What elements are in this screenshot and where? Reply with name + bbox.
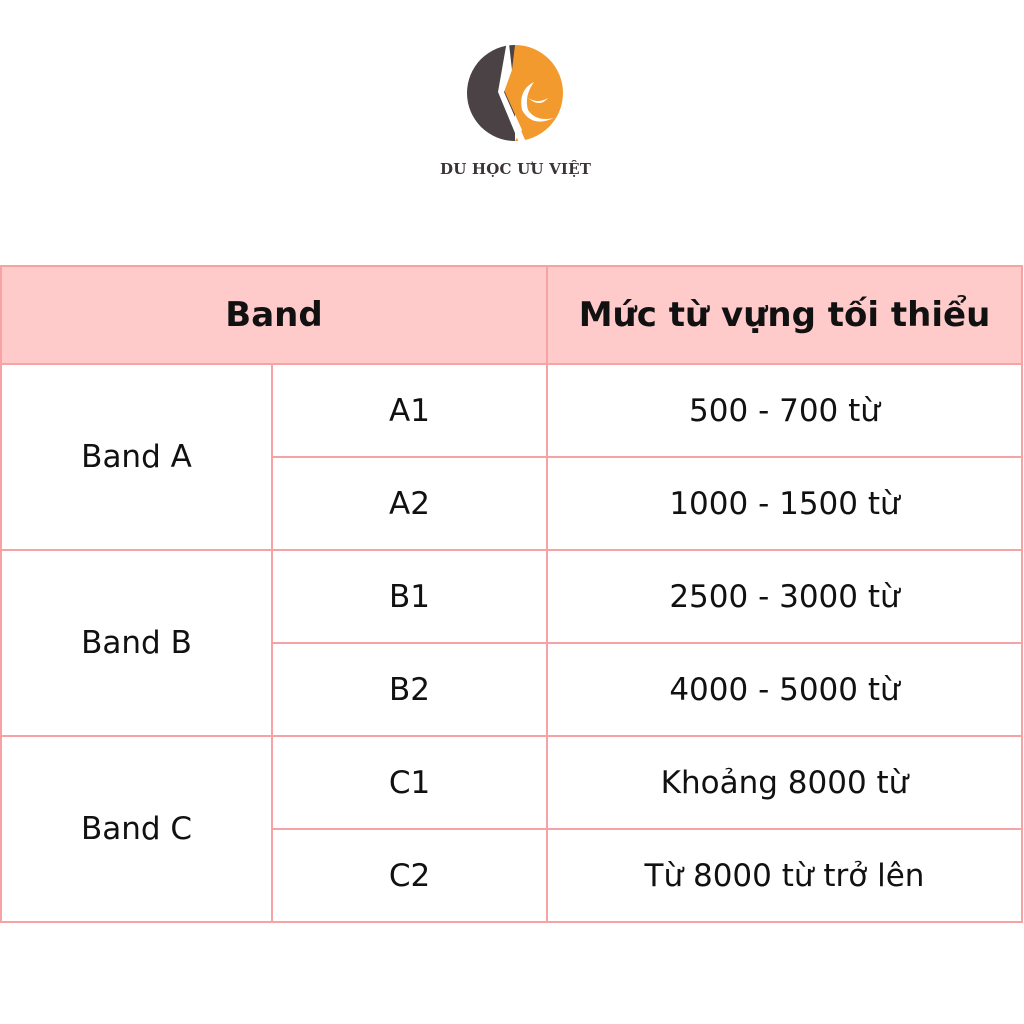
band-cell: Band C <box>0 735 273 923</box>
table-row: Band C C1 Khoảng 8000 từ <box>0 735 1023 923</box>
vocab-cell: Khoảng 8000 từ <box>546 735 1023 830</box>
level-cell: B1 <box>271 549 548 644</box>
logo: DU HỌC ƯU VIỆT <box>440 30 592 190</box>
vocab-cell: 2500 - 3000 từ <box>546 549 1023 644</box>
vocab-cell: 4000 - 5000 từ <box>546 642 1023 737</box>
level-cell: A2 <box>271 456 548 551</box>
band-cell: Band B <box>0 549 273 737</box>
vocab-cell: Từ 8000 từ trở lên <box>546 828 1023 923</box>
circle-logo-icon <box>467 35 563 145</box>
vocab-cell: 500 - 700 từ <box>546 363 1023 458</box>
header-band: Band <box>0 265 548 365</box>
level-cell: A1 <box>271 363 548 458</box>
level-cell: C2 <box>271 828 548 923</box>
table-row: Band B B1 2500 - 3000 từ <box>0 549 1023 737</box>
table-header-row: Band Mức từ vựng tối thiểu <box>0 265 1023 365</box>
table-row: Band A A1 500 - 700 từ <box>0 363 1023 551</box>
brand-name: DU HỌC ƯU VIỆT <box>440 160 592 178</box>
level-cell: C1 <box>271 735 548 830</box>
vocab-cell: 1000 - 1500 từ <box>546 456 1023 551</box>
vocabulary-table: Band Mức từ vựng tối thiểu Band A A1 500… <box>0 265 1023 923</box>
level-cell: B2 <box>271 642 548 737</box>
header-vocab: Mức từ vựng tối thiểu <box>546 265 1023 365</box>
band-cell: Band A <box>0 363 273 551</box>
